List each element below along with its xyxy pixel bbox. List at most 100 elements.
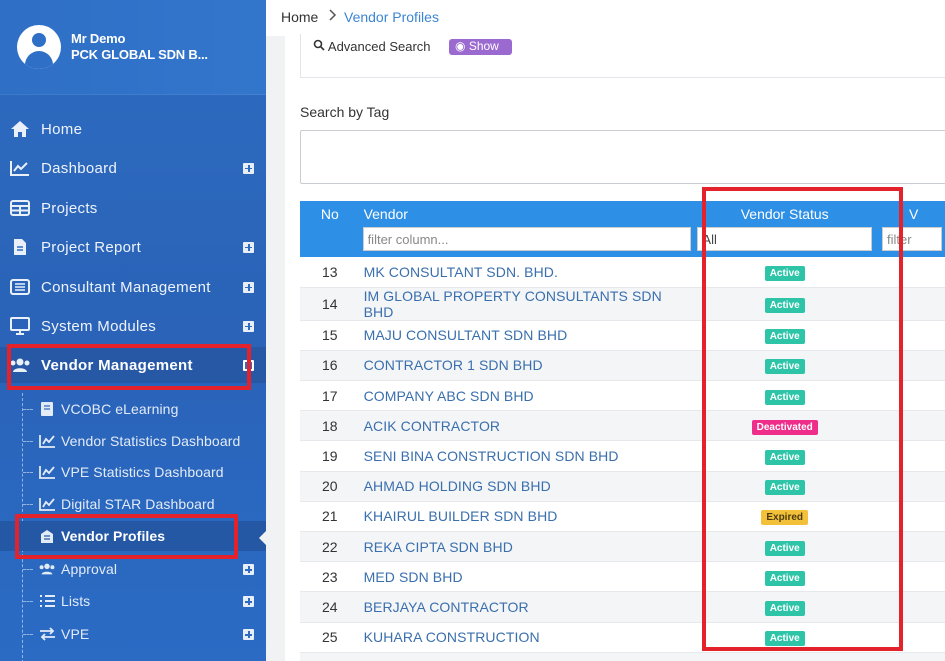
advanced-search-label: Advanced Search [313, 39, 431, 54]
row-number: 24 [300, 591, 360, 623]
row-number: 20 [300, 471, 360, 502]
expand-icon[interactable] [243, 281, 254, 293]
sidebar-subitem-label: Approval [61, 561, 118, 577]
row-number: 25 [300, 622, 360, 653]
file-icon [9, 237, 31, 257]
show-button-label: Show [468, 39, 499, 53]
home-icon [9, 119, 31, 139]
vendor-link[interactable]: KHAIRUL BUILDER SDN BHD [359, 501, 695, 533]
sidebar-item-home[interactable]: Home [0, 111, 266, 147]
sidebar-subitem-vpe-statistics-dashboard[interactable]: VPE Statistics Dashboard [0, 457, 266, 487]
sidebar-item-dashboard[interactable]: Dashboard [0, 150, 266, 186]
column-header-label: No [320, 206, 339, 222]
sidebar-subitem-vendor-statistics-dashboard[interactable]: Vendor Statistics Dashboard [0, 426, 266, 456]
row-number: 16 [300, 350, 360, 382]
vendor-link[interactable]: ACIK CONTRACTOR [359, 410, 695, 442]
chart-line-icon [38, 496, 56, 512]
sidebar-subitem-label: Lists [61, 593, 91, 609]
row-number: 26 [300, 652, 360, 661]
column-header-vendor[interactable]: Vendor [359, 201, 695, 257]
vendor-filter-input[interactable] [362, 227, 691, 251]
chart-line-icon [38, 464, 56, 480]
row-number: 15 [300, 320, 360, 351]
vendor-link[interactable]: MK CONSULTANT SDN. BHD. [359, 257, 695, 288]
vendor-link[interactable]: KUHARA CONSTRUCTION [359, 622, 695, 653]
sidebar-item-label: Dashboard [41, 159, 118, 177]
expand-icon[interactable] [243, 241, 254, 253]
sidebar-item-label: Projects [41, 199, 98, 217]
breadcrumb-current[interactable]: Vendor Profiles [344, 9, 439, 25]
vendor-link[interactable]: SENI BINA CONSTRUCTION SDN BHD [359, 440, 695, 472]
chevron-right-icon [327, 8, 337, 25]
advanced-search-panel: Advanced Search ◉ Show [300, 34, 945, 78]
users-icon [38, 561, 56, 577]
highlight-box [15, 514, 238, 559]
sidebar-item-system-modules[interactable]: System Modules [0, 308, 266, 344]
sidebar-item-consultant-management[interactable]: Consultant Management [0, 269, 266, 305]
sidebar: Mr Demo PCK GLOBAL SDN B... Home Dashboa… [0, 0, 266, 661]
exchange-icon [38, 626, 56, 642]
breadcrumb: Home Vendor Profiles [266, 0, 945, 36]
sidebar-subitem-label: VPE [61, 626, 90, 642]
eye-icon: ◉ [455, 39, 466, 53]
expand-icon[interactable] [243, 162, 254, 174]
sidebar-item-project-report[interactable]: Project Report [0, 229, 266, 265]
book-icon [38, 401, 56, 417]
row-number: 22 [300, 531, 360, 563]
sidebar-item-label: Home [41, 120, 83, 138]
sidebar-subitem-label: VPE Statistics Dashboard [61, 464, 224, 480]
chart-line-icon [9, 158, 31, 178]
vendor-link[interactable]: ALLIANCE COMPANY SDN BHD [359, 652, 695, 661]
row-number: 21 [300, 501, 360, 533]
sidebar-subitem-vcobc-elearning[interactable]: VCOBC eLearning [0, 394, 266, 424]
search-by-tag-label: Search by Tag [300, 104, 390, 120]
row-number: 14 [300, 287, 360, 321]
vendor-link[interactable]: MAJU CONSULTANT SDN BHD [359, 320, 695, 351]
next-cell [874, 652, 945, 661]
show-button[interactable]: ◉ Show [449, 39, 512, 55]
row-number: 19 [300, 440, 360, 472]
vendor-link[interactable]: BERJAYA CONTRACTOR [359, 591, 695, 623]
sidebar-item-label: System Modules [41, 317, 157, 335]
row-number: 13 [300, 257, 360, 288]
vendor-link[interactable]: COMPANY ABC SDN BHD [359, 380, 695, 412]
sidebar-item-label: Project Report [41, 238, 142, 256]
vendor-link[interactable]: AHMAD HOLDING SDN BHD [359, 471, 695, 502]
list-icon [9, 277, 31, 297]
advanced-search-text: Advanced Search [327, 39, 431, 54]
avatar [17, 25, 61, 69]
expand-icon[interactable] [243, 629, 254, 640]
monitor-icon [9, 316, 31, 336]
highlight-box [7, 344, 251, 390]
active-pointer [259, 530, 266, 546]
highlight-box [702, 187, 903, 651]
table-icon [9, 198, 31, 218]
search-by-tag-input[interactable] [300, 130, 945, 184]
row-number: 18 [300, 410, 360, 442]
sidebar-subitem-vpe[interactable]: VPE [0, 619, 266, 649]
row-number: 23 [300, 561, 360, 593]
sidebar-subitem-label: Digital STAR Dashboard [61, 496, 215, 512]
sidebar-subitem-label: VCOBC eLearning [61, 401, 179, 417]
status-cell: Active [694, 652, 875, 661]
vendor-link[interactable]: REKA CIPTA SDN BHD [359, 531, 695, 563]
vendor-link[interactable]: MED SDN BHD [359, 561, 695, 593]
expand-icon[interactable] [243, 564, 254, 575]
user-panel[interactable]: Mr Demo PCK GLOBAL SDN B... [0, 0, 266, 95]
list-icon [38, 593, 56, 609]
sidebar-subitem-label: Vendor Statistics Dashboard [61, 433, 241, 449]
sidebar-item-projects[interactable]: Projects [0, 190, 266, 226]
sidebar-item-label: Consultant Management [41, 278, 211, 296]
user-name: Mr Demo [71, 31, 126, 46]
vendor-link[interactable]: IM GLOBAL PROPERTY CONSULTANTS SDN BHD [359, 287, 695, 321]
table-row[interactable]: 26ALLIANCE COMPANY SDN BHDActive [300, 652, 945, 661]
expand-icon[interactable] [243, 596, 254, 607]
chart-line-icon [38, 433, 56, 449]
user-company: PCK GLOBAL SDN B... [71, 47, 208, 62]
expand-icon[interactable] [243, 320, 254, 332]
column-header-no[interactable]: No [300, 201, 360, 257]
sidebar-subitem-lists[interactable]: Lists [0, 586, 266, 616]
breadcrumb-home[interactable]: Home [281, 9, 318, 25]
vendor-link[interactable]: CONTRACTOR 1 SDN BHD [359, 350, 695, 382]
search-icon [313, 39, 325, 51]
